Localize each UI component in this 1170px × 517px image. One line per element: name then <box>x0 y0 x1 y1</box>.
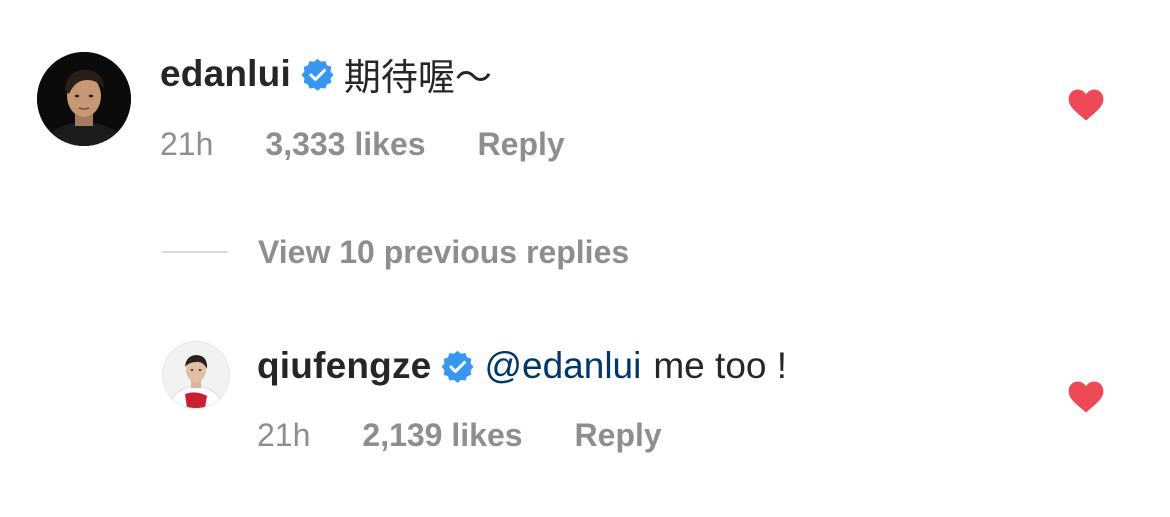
timestamp[interactable]: 21h <box>160 126 213 163</box>
profile-photo-icon <box>163 342 229 408</box>
comment-line: edanlui 期待喔～ <box>160 50 492 98</box>
reply-comment: qiufengze @edanlui me too ! 21h 2,139 li… <box>0 330 1170 470</box>
divider-line <box>162 251 228 253</box>
comment-text: me too ! <box>653 345 788 386</box>
view-previous-replies-button[interactable]: View 10 previous replies <box>162 228 629 276</box>
reply-button[interactable]: Reply <box>478 126 565 163</box>
comment-text: 期待喔～ <box>343 57 492 98</box>
verified-badge-icon <box>441 350 474 383</box>
avatar[interactable] <box>162 341 230 409</box>
timestamp[interactable]: 21h <box>257 417 310 454</box>
comment-line: qiufengze @edanlui me too ! <box>257 342 787 390</box>
verified-badge-icon <box>301 58 334 91</box>
like-heart-icon[interactable] <box>1067 380 1105 414</box>
reply-button[interactable]: Reply <box>575 417 662 454</box>
avatar[interactable] <box>37 52 131 146</box>
like-heart-icon[interactable] <box>1067 88 1105 122</box>
comment-meta: 21h 2,139 likes Reply <box>257 413 662 457</box>
username[interactable]: edanlui <box>160 53 291 95</box>
mention-link[interactable]: @edanlui <box>484 345 641 387</box>
comment: edanlui 期待喔～ 21h 3,333 likes Reply <box>0 0 1170 200</box>
view-replies-label: View 10 previous replies <box>258 233 630 270</box>
likes-count[interactable]: 3,333 likes <box>265 126 425 163</box>
profile-photo-icon <box>37 52 131 146</box>
username[interactable]: qiufengze <box>257 345 431 387</box>
likes-count[interactable]: 2,139 likes <box>362 417 522 454</box>
comment-meta: 21h 3,333 likes Reply <box>160 122 565 166</box>
